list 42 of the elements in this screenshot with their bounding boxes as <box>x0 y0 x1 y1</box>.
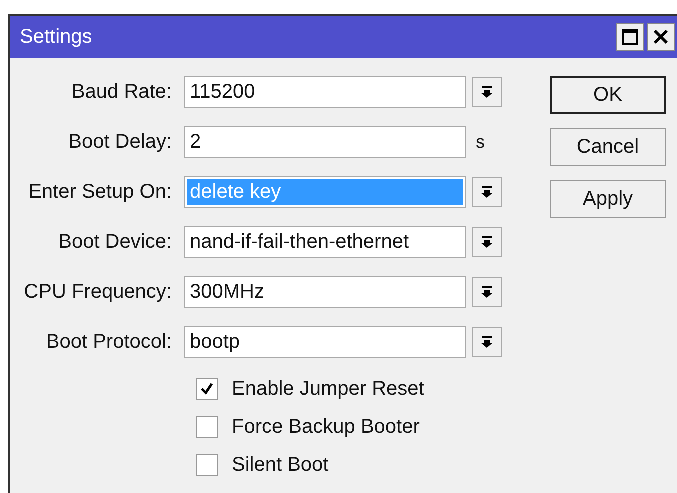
dialog-button[interactable]: Cancel <box>550 128 666 166</box>
field-value: 300MHz <box>189 280 266 304</box>
dropdown-arrow-icon <box>480 235 494 249</box>
field-label: Boot Device: <box>58 230 173 254</box>
input-field[interactable]: 2 <box>184 126 466 158</box>
dropdown-arrow-icon <box>480 185 494 199</box>
dropdown-arrow-icon <box>480 335 494 349</box>
input-field[interactable]: bootp <box>184 326 466 358</box>
field-label: CPU Frequency: <box>23 280 173 304</box>
checkbox-label: Silent Boot <box>232 454 329 476</box>
dropdown-button[interactable] <box>472 277 502 307</box>
dropdown-button[interactable] <box>472 327 502 357</box>
close-button[interactable] <box>647 23 675 51</box>
checkbox[interactable] <box>196 378 218 400</box>
close-icon <box>652 28 670 46</box>
field-value: 115200 <box>189 80 256 104</box>
field-label: Baud Rate: <box>70 80 173 104</box>
checkbox[interactable] <box>196 416 218 438</box>
checkbox[interactable] <box>196 454 218 476</box>
dropdown-arrow-icon <box>480 85 494 99</box>
field-value: bootp <box>189 330 242 354</box>
dropdown-button[interactable] <box>472 177 502 207</box>
dialog-button[interactable]: Apply <box>550 180 666 218</box>
checkbox-label: Force Backup Booter <box>232 416 420 438</box>
input-field[interactable]: nand-if-fail-then-ethernet <box>184 226 466 258</box>
maximize-icon <box>621 28 639 46</box>
unit-label: s <box>476 132 485 152</box>
input-field[interactable]: 115200 <box>184 76 466 108</box>
checkmark-icon <box>199 381 215 397</box>
dropdown-button[interactable] <box>472 227 502 257</box>
maximize-button[interactable] <box>616 23 644 51</box>
input-field[interactable]: 300MHz <box>184 276 466 308</box>
dialog-button[interactable]: OK <box>550 76 666 114</box>
field-label: Boot Delay: <box>68 130 173 154</box>
field-value: 2 <box>189 130 202 154</box>
dropdown-button[interactable] <box>472 77 502 107</box>
field-value: nand-if-fail-then-ethernet <box>189 230 410 254</box>
field-label: Boot Protocol: <box>45 330 173 354</box>
checkbox-label: Enable Jumper Reset <box>232 378 424 400</box>
window-title: Settings <box>20 26 92 48</box>
dropdown-arrow-icon <box>480 285 494 299</box>
field-label: Enter Setup On: <box>28 180 173 204</box>
